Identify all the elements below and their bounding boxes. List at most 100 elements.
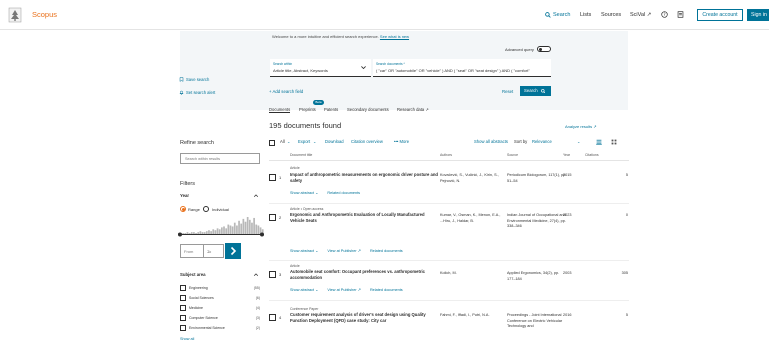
help-icon[interactable]: ?	[661, 11, 668, 18]
chevron-down-icon[interactable]: ⌄	[287, 139, 291, 144]
export-button[interactable]: Export	[298, 139, 310, 144]
row-checkbox[interactable]	[269, 271, 276, 278]
tab-documents[interactable]: Documents	[269, 107, 291, 113]
nav-scival[interactable]: SciVal ↗	[630, 12, 651, 18]
column-citations[interactable]: Citations	[585, 153, 599, 157]
document-title-link[interactable]: Ergonomic and Anthropometric Evaluation …	[290, 212, 440, 224]
nav-lists[interactable]: Lists	[580, 12, 591, 18]
row-checkbox[interactable]	[269, 314, 276, 321]
column-document-title[interactable]: Document title	[290, 153, 312, 157]
sort-by-select[interactable]: Relevance	[532, 139, 552, 144]
save-search-link[interactable]: Save search	[179, 77, 209, 82]
year-from-input[interactable]: From	[180, 244, 204, 258]
nav-sources[interactable]: Sources	[601, 12, 621, 18]
row-number: 4	[279, 315, 282, 320]
chevron-down-icon[interactable]: ⌄	[313, 139, 317, 144]
tab-preprints[interactable]: Preprints	[299, 107, 316, 112]
subject-filter-medicine[interactable]: Medicine (4)	[180, 305, 260, 313]
show-all-subjects-link[interactable]: Show all	[180, 337, 194, 341]
document-authors[interactable]: Kovačević, S., Vučinić, J., Kirin, S., P…	[440, 173, 502, 184]
institution-icon[interactable]	[677, 11, 684, 18]
search-within-select[interactable]: Search within Article title, Abstract, K…	[270, 59, 371, 77]
show-abstract-button[interactable]: Show abstract ⌄	[290, 249, 318, 253]
related-documents-link[interactable]: Related documents	[327, 191, 360, 195]
subject-filter-engineering[interactable]: Engineering (55)	[180, 285, 260, 293]
subject-count: (6)	[255, 296, 260, 300]
document-source[interactable]: Proceedings - Joint International Confer…	[507, 313, 567, 330]
search-within-results-input[interactable]: Search within results	[180, 153, 260, 164]
subject-filter-environmental-science[interactable]: Environmental Science (2)	[180, 325, 260, 333]
scopus-logo[interactable]: Scopus	[32, 10, 57, 19]
all-dropdown[interactable]: All	[280, 139, 285, 144]
apply-year-button[interactable]	[225, 243, 241, 259]
document-citations[interactable]: 5	[616, 313, 628, 317]
document-title-link[interactable]: Impact of anthropometric measurements on…	[290, 172, 440, 184]
add-search-field-button[interactable]: + Add search field	[269, 89, 303, 94]
document-title-link[interactable]: Customer requirement analysis of driver'…	[290, 312, 440, 324]
document-title-link[interactable]: Automobile seat comfort: Occupant prefer…	[290, 269, 440, 281]
tab-research-data[interactable]: Research data ↗	[397, 107, 429, 112]
document-source[interactable]: Indian Journal of Occupational and Envir…	[507, 213, 567, 230]
column-year[interactable]: Year	[563, 153, 570, 157]
nav-search[interactable]: Search	[553, 12, 570, 18]
document-source[interactable]: Applied Ergonomics, 34(2), pp. 177–184	[507, 271, 567, 282]
tab-secondary-documents[interactable]: Secondary documents	[347, 107, 389, 112]
document-citations[interactable]: 305	[616, 271, 628, 275]
subject-count: (4)	[255, 306, 260, 310]
document-authors[interactable]: Kolich, M.	[440, 271, 502, 277]
row-checkbox[interactable]	[269, 214, 276, 221]
year-to-input[interactable]: To	[203, 244, 224, 258]
checkbox[interactable]	[180, 295, 186, 301]
subject-filter-social-sciences[interactable]: Social Sciences (6)	[180, 295, 260, 303]
show-abstract-button[interactable]: Show abstract ⌄	[290, 191, 318, 195]
analyze-results-link[interactable]: Analyze results ↗	[565, 124, 597, 129]
list-view-icon[interactable]	[596, 139, 602, 145]
document-citations[interactable]: 5	[616, 173, 628, 177]
view-at-publisher-link[interactable]: View at Publisher ↗	[327, 288, 361, 292]
view-at-publisher-link[interactable]: View at Publisher ↗	[327, 249, 361, 253]
chevron-down-icon[interactable]: ⌄	[577, 139, 581, 144]
document-source[interactable]: Periodicum Biologorum, 117(1), pp. 51–54	[507, 173, 567, 184]
citation-overview-button[interactable]: Citation overview	[351, 139, 383, 144]
download-button[interactable]: Download	[325, 139, 344, 144]
checkbox[interactable]	[180, 305, 186, 311]
histogram-bar	[240, 223, 243, 234]
set-search-alert-link[interactable]: Set search alert	[179, 90, 215, 95]
show-abstract-button[interactable]: Show abstract ⌄	[290, 288, 318, 292]
chevron-up-icon[interactable]	[253, 272, 259, 277]
grid-view-icon[interactable]	[611, 139, 617, 145]
document-authors[interactable]: Fahmi, F., Iffadi, I., Putri, N.A.	[440, 313, 502, 319]
column-authors[interactable]: Authors	[440, 153, 452, 157]
document-actions: Show abstract ⌄ View at Publisher ↗ Rela…	[290, 248, 411, 253]
checkbox[interactable]	[180, 315, 186, 321]
tab-patents[interactable]: Patents	[324, 107, 338, 112]
create-account-button[interactable]: Create account	[697, 9, 743, 21]
year-histogram[interactable]	[178, 215, 264, 237]
chevron-down-icon[interactable]	[360, 64, 367, 71]
sign-in-button[interactable]: Sign in	[747, 9, 769, 21]
checkbox[interactable]	[180, 285, 186, 291]
chevron-up-icon[interactable]	[253, 193, 259, 198]
search-documents-input[interactable]: Search documents * ( "car" OR "automobil…	[373, 59, 551, 77]
show-all-abstracts-button[interactable]: Show all abstracts	[474, 139, 508, 144]
column-source[interactable]: Source	[507, 153, 518, 157]
more-button[interactable]: ••• More	[394, 139, 409, 144]
welcome-message: Welcome to a more intuitive and efficien…	[272, 34, 409, 39]
search-button[interactable]: Search	[520, 86, 551, 96]
reset-button[interactable]: Reset	[502, 89, 513, 94]
search-within-label: Search within	[273, 62, 293, 66]
subject-filter-computer-science[interactable]: Computer Science (3)	[180, 315, 260, 323]
individual-radio[interactable]	[203, 206, 209, 212]
related-documents-link[interactable]: Related documents	[370, 288, 403, 292]
whats-new-link[interactable]: See what is new	[380, 34, 409, 39]
individual-label: Individual	[212, 207, 229, 212]
document-citations[interactable]: 0	[616, 213, 628, 217]
histogram-bar	[214, 230, 217, 234]
document-authors[interactable]: Kumar, V., Osman, K., Menon, E.A., ...Hi…	[440, 213, 502, 224]
row-checkbox[interactable]	[269, 174, 276, 181]
subject-count: (2)	[255, 326, 260, 330]
elsevier-logo-icon[interactable]	[8, 7, 22, 23]
search-icon[interactable]	[545, 12, 551, 18]
checkbox[interactable]	[180, 325, 186, 331]
related-documents-link[interactable]: Related documents	[370, 249, 403, 253]
